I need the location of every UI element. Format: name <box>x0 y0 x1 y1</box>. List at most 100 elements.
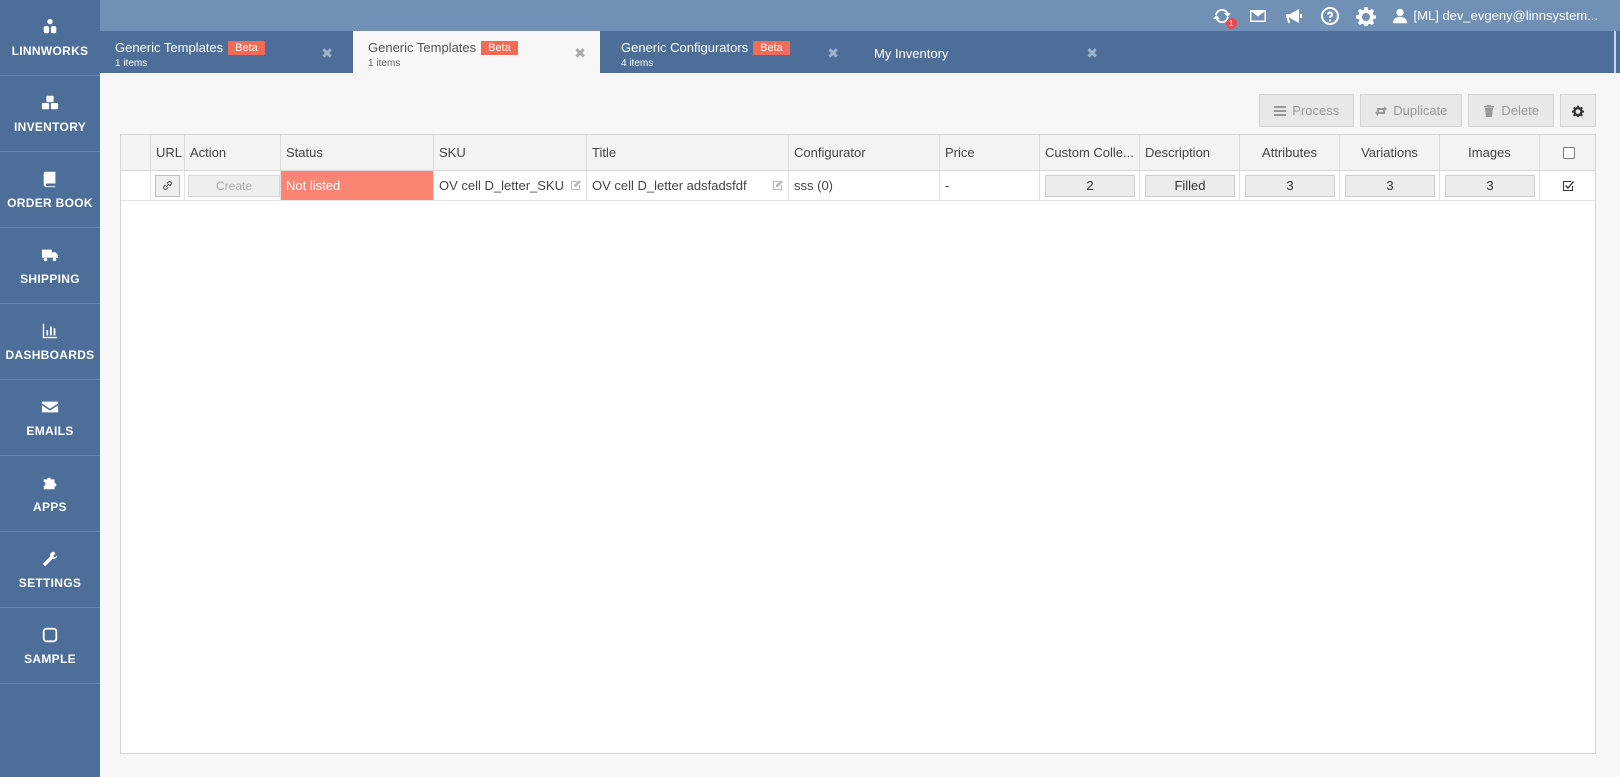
header-configurator[interactable]: Configurator <box>789 135 940 170</box>
beta-badge: Beta <box>753 41 790 55</box>
title-text: OV cell D_letter adsfadsfdf <box>592 178 747 193</box>
sidebar-item-label: LINNWORKS <box>11 43 89 58</box>
settings-button[interactable] <box>1355 6 1376 26</box>
header-status[interactable]: Status <box>281 135 434 170</box>
url-link-button[interactable] <box>155 174 180 197</box>
tab-generic-templates-1[interactable]: Generic Templates Beta 1 items ✖ <box>100 31 347 73</box>
bar-chart-icon <box>42 323 58 338</box>
sidebar-item-label: APPS <box>33 499 67 514</box>
sidebar-item-label: ORDER BOOK <box>7 195 93 210</box>
help-button[interactable] <box>1320 6 1340 26</box>
tab-generic-templates-2[interactable]: Generic Templates Beta 1 items ✖ <box>353 31 600 73</box>
header-url[interactable]: URL <box>151 135 185 170</box>
user-label: [ML] dev_evgeny@linnsystem... <box>1413 8 1598 23</box>
header-attributes[interactable]: Attributes <box>1240 135 1340 170</box>
gear-icon <box>1355 6 1376 26</box>
sidebar-item-sample[interactable]: SAMPLE <box>0 608 100 684</box>
row-checkbox[interactable] <box>1562 179 1575 192</box>
trash-icon <box>1484 104 1495 117</box>
envelope-icon <box>1249 9 1266 22</box>
listings-grid: URL Action Status SKU Title Configurator… <box>120 134 1596 754</box>
header-sku[interactable]: SKU <box>434 135 587 170</box>
close-icon[interactable]: ✖ <box>827 45 839 62</box>
delete-label: Delete <box>1501 103 1539 118</box>
header-variations[interactable]: Variations <box>1340 135 1440 170</box>
sidebar-item-order-book[interactable]: ORDER BOOK <box>0 152 100 228</box>
header-price[interactable]: Price <box>940 135 1040 170</box>
linnworks-logo-icon <box>43 18 57 33</box>
megaphone-icon <box>1285 8 1302 23</box>
envelope-icon <box>41 401 59 412</box>
duplicate-button[interactable]: Duplicate <box>1360 94 1463 127</box>
cell-variations: 3 <box>1340 171 1440 200</box>
select-all-checkbox[interactable] <box>1562 146 1575 159</box>
notification-badge: 1 <box>1225 17 1237 29</box>
close-icon[interactable]: ✖ <box>1086 45 1098 62</box>
beta-badge: Beta <box>228 41 265 55</box>
cell-sku: OV cell D_letter_SKU <box>434 171 587 200</box>
cell-select <box>1540 171 1597 200</box>
edit-icon[interactable] <box>570 179 582 191</box>
checkbox-checked-icon <box>1563 181 1574 191</box>
user-icon <box>1392 8 1407 23</box>
duplicate-label: Duplicate <box>1393 103 1448 118</box>
custom-collections-button[interactable]: 2 <box>1045 174 1135 197</box>
sidebar-item-settings[interactable]: SETTINGS <box>0 532 100 608</box>
tab-scroll-strip <box>1614 31 1616 73</box>
gear-icon <box>1572 105 1584 117</box>
header-action[interactable]: Action <box>185 135 281 170</box>
attributes-button[interactable]: 3 <box>1245 174 1335 197</box>
link-icon <box>163 181 172 190</box>
process-label: Process <box>1292 103 1340 118</box>
cell-price: - <box>940 171 1040 200</box>
sidebar-item-apps[interactable]: APPS <box>0 456 100 532</box>
process-button[interactable]: Process <box>1259 94 1355 127</box>
inventory-icon <box>41 95 59 109</box>
sidebar-item-shipping[interactable]: SHIPPING <box>0 228 100 304</box>
header-description[interactable]: Description <box>1140 135 1240 170</box>
sidebar-item-dashboards[interactable]: DASHBOARDS <box>0 304 100 380</box>
tab-item-count: 4 items <box>621 58 654 69</box>
sidebar-item-label: SHIPPING <box>20 271 80 286</box>
delete-button[interactable]: Delete <box>1468 94 1554 127</box>
header-title[interactable]: Title <box>587 135 789 170</box>
header-row-gutter <box>121 135 151 170</box>
edit-icon[interactable] <box>772 179 784 191</box>
truck-icon <box>41 249 59 261</box>
tab-name: Generic Configurators <box>621 40 749 55</box>
tab-item-count: 1 items <box>115 58 148 69</box>
header-images[interactable]: Images <box>1440 135 1540 170</box>
sidebar-item-linnworks[interactable]: LINNWORKS <box>0 0 100 76</box>
toolbar: Process Duplicate Delete <box>1253 94 1596 127</box>
status-badge: Not listed <box>281 171 434 200</box>
cell-configurator[interactable]: sss (0) <box>789 171 940 200</box>
announcements-button[interactable] <box>1284 6 1304 26</box>
close-icon[interactable]: ✖ <box>321 45 333 62</box>
images-button[interactable]: 3 <box>1445 174 1535 197</box>
close-icon[interactable]: ✖ <box>574 45 586 62</box>
question-circle-icon <box>1320 6 1339 25</box>
cell-url <box>151 171 185 200</box>
grid-settings-button[interactable] <box>1560 94 1596 127</box>
variations-button[interactable]: 3 <box>1345 174 1435 197</box>
sidebar-item-emails[interactable]: EMAILS <box>0 380 100 456</box>
messages-button[interactable] <box>1248 6 1268 26</box>
tab-name: Generic Templates <box>115 40 224 55</box>
puzzle-icon <box>43 477 57 489</box>
user-menu[interactable]: [ML] dev_evgeny@linnsystem... <box>1392 8 1598 24</box>
cell-description: Filled <box>1140 171 1240 200</box>
cell-title: OV cell D_letter adsfadsfdf <box>587 171 789 200</box>
sidebar-item-label: SAMPLE <box>24 651 76 666</box>
duplicate-icon <box>1375 105 1388 116</box>
sync-button[interactable]: 1 <box>1212 6 1237 29</box>
create-button[interactable]: Create <box>188 174 280 197</box>
tab-my-inventory[interactable]: My Inventory ✖ <box>859 31 1112 73</box>
sidebar-item-inventory[interactable]: INVENTORY <box>0 76 100 152</box>
grid-header: URL Action Status SKU Title Configurator… <box>121 135 1595 171</box>
sidebar: LINNWORKS INVENTORY ORDER BOOK SHIPPING … <box>0 0 100 777</box>
tab-generic-configurators[interactable]: Generic Configurators Beta 4 items ✖ <box>606 31 853 73</box>
description-button[interactable]: Filled <box>1145 174 1235 197</box>
header-custom-collections[interactable]: Custom Colle... <box>1040 135 1140 170</box>
square-icon <box>42 627 58 642</box>
table-row[interactable]: Create Not listed OV cell D_letter_SKU O… <box>121 171 1595 201</box>
